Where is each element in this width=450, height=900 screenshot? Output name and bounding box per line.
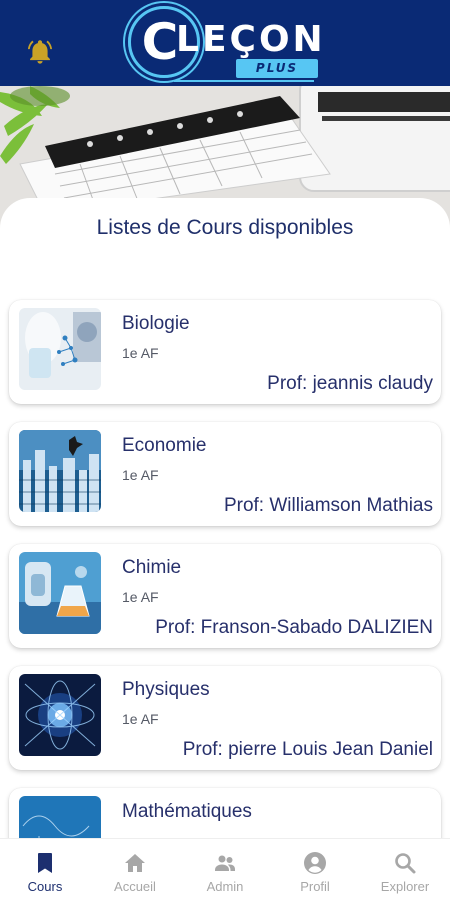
course-name: Chimie: [122, 557, 182, 578]
course-card-economie[interactable]: Economie 1e AF Prof: Williamson Mathias: [9, 422, 441, 526]
nav-item-admin[interactable]: Admin: [180, 839, 270, 900]
bottom-navigation: Cours Accueil Admin Profil Explorer: [0, 838, 450, 900]
course-level: 1e AF: [122, 711, 159, 727]
economy-image: [19, 430, 101, 512]
logo-plus-badge: PLUS: [236, 59, 318, 78]
course-level: 1e AF: [122, 345, 159, 361]
course-list-panel: Listes de Cours disponibles Biologie 1e …: [0, 198, 450, 838]
course-thumbnail: [19, 552, 101, 634]
course-teacher: Prof: jeannis claudy: [267, 373, 433, 394]
nav-label: Cours: [27, 879, 63, 894]
app-header: C LEÇON PLUS: [0, 0, 450, 86]
course-teacher: Prof: Franson-Sabado DALIZIEN: [155, 617, 433, 638]
course-level: 1e AF: [122, 467, 159, 483]
course-thumbnail: [19, 430, 101, 512]
bell-icon[interactable]: [26, 38, 54, 66]
course-teacher: Prof: pierre Louis Jean Daniel: [182, 739, 433, 760]
course-card-biologie[interactable]: Biologie 1e AF Prof: jeannis claudy: [9, 300, 441, 404]
page-title: Listes de Cours disponibles: [96, 216, 354, 239]
nav-label: Accueil: [114, 879, 156, 894]
course-card-chimie[interactable]: Chimie 1e AF Prof: Franson-Sabado DALIZI…: [9, 544, 441, 648]
course-name: Mathématiques: [122, 801, 252, 822]
nav-label: Explorer: [380, 879, 430, 894]
course-card-mathematiques[interactable]: Mathématiques: [9, 788, 441, 838]
biology-image: [19, 308, 101, 390]
chemistry-image: [19, 552, 101, 634]
nav-item-cours[interactable]: Cours: [0, 839, 90, 900]
physics-image: [19, 674, 101, 756]
home-icon: [125, 854, 145, 872]
course-thumbnail: [19, 796, 101, 838]
nav-item-accueil[interactable]: Accueil: [90, 839, 180, 900]
course-teacher: Prof: Williamson Mathias: [223, 495, 433, 516]
course-name: Physiques: [122, 679, 210, 700]
course-thumbnail: [19, 674, 101, 756]
bookmark-icon: [38, 853, 52, 873]
course-level: 1e AF: [122, 589, 159, 605]
nav-label: Profil: [300, 879, 330, 894]
course-thumbnail: [19, 308, 101, 390]
logo-underline: [174, 80, 314, 82]
account-circle-icon: [304, 852, 326, 874]
app-logo: C LEÇON PLUS: [124, 2, 330, 84]
course-name: Economie: [122, 435, 207, 456]
search-icon: [395, 853, 416, 874]
logo-wordmark: LEÇON: [176, 19, 326, 60]
nav-item-explorer[interactable]: Explorer: [360, 839, 450, 900]
math-image: [19, 796, 101, 838]
nav-label: Admin: [206, 879, 244, 894]
nav-item-profil[interactable]: Profil: [270, 839, 360, 900]
course-name: Biologie: [122, 313, 190, 334]
course-card-physiques[interactable]: Physiques 1e AF Prof: pierre Louis Jean …: [9, 666, 441, 770]
people-icon: [215, 855, 235, 871]
